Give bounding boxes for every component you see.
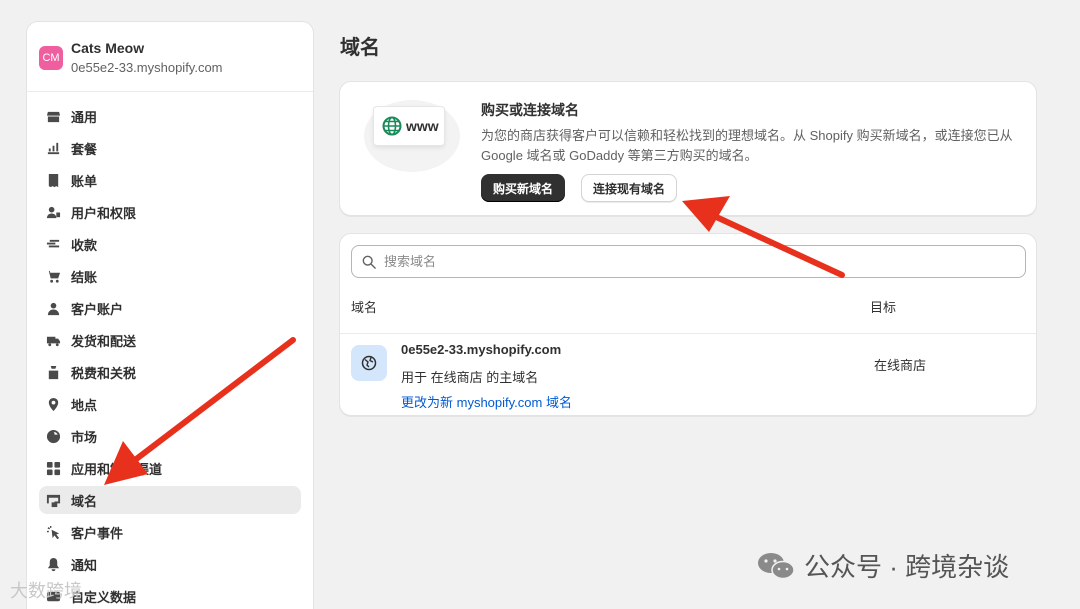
sidebar-item-users[interactable]: 用户和权限	[39, 198, 301, 226]
sidebar-item-label: 套餐	[71, 141, 98, 157]
sidebar-item-label: 客户账户	[71, 301, 124, 317]
settings-sidebar: CM Cats Meow 0e55e2-33.myshopify.com 通用 …	[26, 21, 314, 609]
sidebar-item-label: 地点	[71, 397, 98, 413]
page-title: 域名	[340, 37, 380, 59]
plan-icon	[45, 140, 61, 156]
sidebar-item-domains[interactable]: 域名	[39, 486, 301, 514]
sidebar-item-label: 收款	[71, 237, 98, 253]
divider	[340, 333, 1036, 334]
tax-icon	[45, 364, 61, 380]
change-domain-link[interactable]: 更改为新 myshopify.com 域名	[401, 392, 572, 411]
column-header-target: 目标	[870, 300, 897, 315]
search-box[interactable]	[351, 245, 1026, 278]
apps-icon	[45, 460, 61, 476]
watermark-text: 公众号 · 跨境杂谈	[804, 552, 1010, 582]
sidebar-item-notifications[interactable]: 通知	[39, 550, 301, 578]
search-icon	[362, 255, 376, 269]
sidebar-item-plan[interactable]: 套餐	[39, 134, 301, 162]
settings-nav: 通用 套餐 账单 用户和权限 收款 结账 客户账户 发货和配送 税费和关税 地点…	[27, 92, 313, 609]
sidebar-item-billing[interactable]: 账单	[39, 166, 301, 194]
sidebar-item-shipping[interactable]: 发货和配送	[39, 326, 301, 354]
store-header[interactable]: CM Cats Meow 0e55e2-33.myshopify.com	[27, 22, 313, 92]
buy-connect-domain-card: www 购买或连接域名 为您的商店获得客户可以信赖和轻松找到的理想域名。从 Sh…	[339, 81, 1037, 216]
billing-icon	[45, 172, 61, 188]
store-avatar: CM	[39, 46, 63, 70]
sidebar-item-taxes[interactable]: 税费和关税	[39, 358, 301, 386]
column-header-domain: 域名	[351, 300, 378, 315]
sidebar-item-customer-accounts[interactable]: 客户账户	[39, 294, 301, 322]
domain-usage: 用于 在线商店 的主域名	[401, 370, 539, 385]
buy-new-domain-button[interactable]: 购买新域名	[481, 174, 565, 202]
location-icon	[45, 396, 61, 412]
sidebar-item-apps[interactable]: 应用和销售渠道	[39, 454, 301, 482]
users-icon	[45, 204, 61, 220]
sidebar-item-markets[interactable]: 市场	[39, 422, 301, 450]
sidebar-item-label: 应用和销售渠道	[71, 461, 163, 477]
connect-existing-domain-button[interactable]: 连接现有域名	[581, 174, 677, 202]
sidebar-item-customer-events[interactable]: 客户事件	[39, 518, 301, 546]
person-icon	[45, 300, 61, 316]
promo-title: 购买或连接域名	[481, 102, 579, 118]
domains-list-card: 域名 目标 0e55e2-33.myshopify.com 用于 在线商店 的主…	[339, 233, 1037, 416]
store-name: Cats Meow	[71, 40, 145, 56]
watermark: 公众号 · 跨境杂谈	[756, 547, 1009, 584]
search-input[interactable]	[384, 254, 984, 269]
sidebar-item-label: 客户事件	[71, 525, 124, 541]
sidebar-item-label: 通知	[71, 557, 98, 573]
sidebar-item-label: 发货和配送	[71, 333, 137, 349]
sidebar-item-label: 税费和关税	[71, 365, 137, 381]
sidebar-item-label: 账单	[71, 173, 98, 189]
bottom-watermark: 大数跨境	[10, 581, 82, 601]
truck-icon	[45, 332, 61, 348]
promo-description: 为您的商店获得客户可以信赖和轻松找到的理想域名。从 Shopify 购买新域名，…	[481, 128, 1013, 163]
sidebar-item-label: 结账	[71, 269, 98, 285]
sidebar-item-payments[interactable]: 收款	[39, 230, 301, 258]
sidebar-item-label: 市场	[71, 429, 98, 445]
wechat-icon	[758, 552, 795, 579]
domain-target: 在线商店	[874, 358, 927, 373]
globe-icon	[382, 116, 402, 136]
sidebar-item-label: 域名	[71, 493, 98, 509]
domain-globe-icon	[351, 345, 387, 381]
cursor-icon	[45, 524, 61, 540]
sidebar-item-label: 用户和权限	[71, 205, 137, 221]
sidebar-item-locations[interactable]: 地点	[39, 390, 301, 418]
payments-icon	[45, 236, 61, 252]
globe-icon	[45, 428, 61, 444]
www-illustration: www	[373, 106, 445, 146]
cart-icon	[45, 268, 61, 284]
bell-icon	[45, 556, 61, 572]
sidebar-item-label: 通用	[71, 109, 98, 125]
domain-name[interactable]: 0e55e2-33.myshopify.com	[401, 342, 561, 357]
store-icon	[45, 108, 61, 124]
sidebar-item-general[interactable]: 通用	[39, 102, 301, 130]
www-text: www	[406, 118, 439, 134]
store-domain: 0e55e2-33.myshopify.com	[71, 60, 223, 75]
sidebar-item-checkout[interactable]: 结账	[39, 262, 301, 290]
domain-icon	[45, 492, 61, 508]
